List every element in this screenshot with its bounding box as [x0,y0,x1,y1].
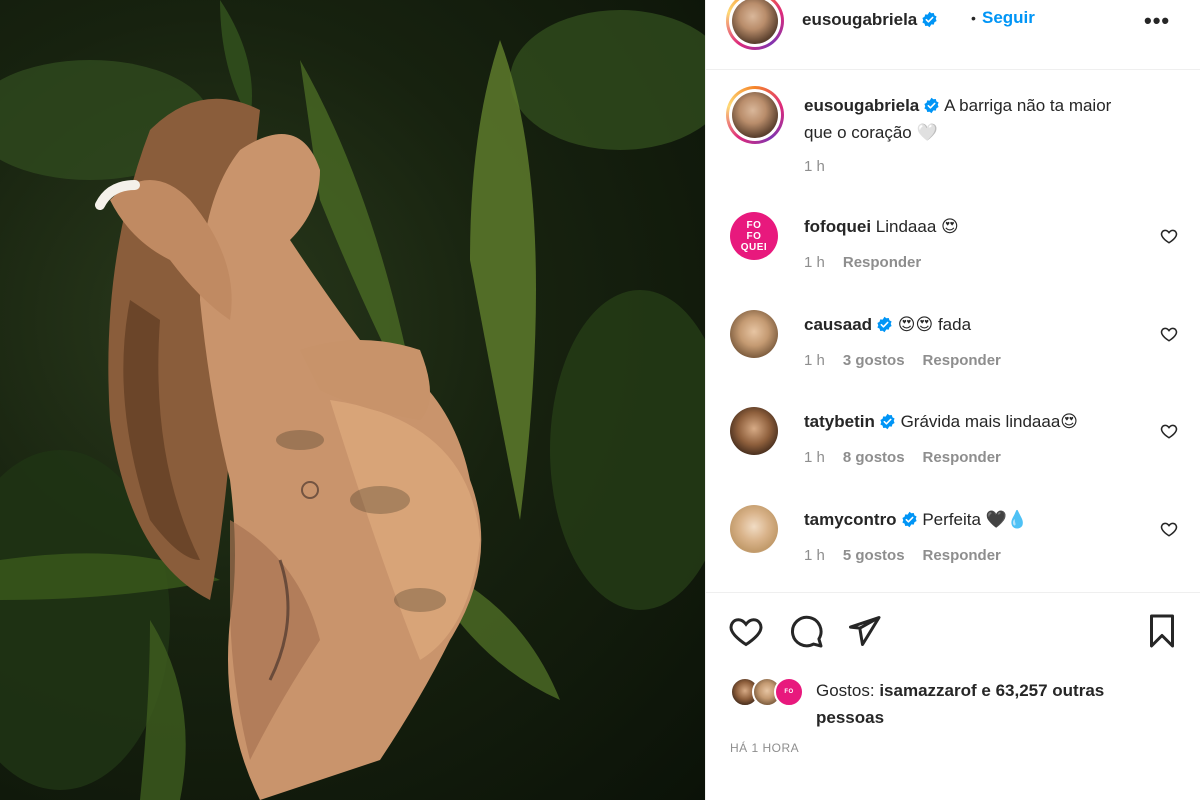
comment-icon[interactable] [788,613,824,649]
bookmark-icon[interactable] [1144,613,1180,649]
more-options-icon[interactable]: ••• [1144,8,1170,34]
follow-button[interactable]: Seguir [982,8,1035,28]
commenter-avatar[interactable] [730,505,778,553]
commenter-avatar[interactable] [730,407,778,455]
verified-badge-icon [880,413,895,430]
reply-button[interactable]: Responder [923,352,1001,369]
comment-username[interactable]: fofoquei [804,217,871,236]
post-timestamp[interactable]: HÁ 1 HORA [730,741,799,755]
caption-time: 1 h [804,158,825,175]
comment-username[interactable]: tamycontro [804,510,897,529]
likes-summary: Gostos: isamazzarof e 63,257 outras pess… [816,677,1176,731]
comment-like-heart-icon[interactable] [1160,325,1178,343]
comment-time: 1 h [804,449,825,466]
post-actions: FO Gostos: isamazzarof e 63,257 outras p… [706,592,1200,800]
comment-time: 1 h [804,254,825,271]
verified-badge-icon [922,11,937,28]
post-image[interactable] [0,0,705,800]
verified-badge-icon [877,316,892,333]
comment-text: Perfeita 🖤💧 [922,510,1028,529]
comment-text: Grávida mais lindaaa😍 [900,412,1078,431]
likes-user[interactable]: isamazzarof [879,681,976,700]
comment-likes-count[interactable]: 8 gostos [843,449,905,466]
comment-username[interactable]: tatybetin [804,412,875,431]
heart-icon[interactable] [728,613,764,649]
post-sidebar: eusougabriela • Seguir ••• eusougabriela… [705,0,1200,800]
reply-button[interactable]: Responder [843,254,921,271]
caption-username[interactable]: eusougabriela [804,96,919,115]
post-photo [0,0,705,800]
post-header: eusougabriela • Seguir ••• [706,0,1200,70]
commenter-avatar[interactable] [730,310,778,358]
commenter-avatar[interactable]: FO FO QUEI [730,212,778,260]
reply-button[interactable]: Responder [923,547,1001,564]
comment-like-heart-icon[interactable] [1160,422,1178,440]
comment-text: Lindaaa 😍 [875,217,959,236]
author-avatar[interactable] [726,0,784,50]
comment-like-heart-icon[interactable] [1160,227,1178,245]
comment-time: 1 h [804,547,825,564]
author-username[interactable]: eusougabriela [802,10,917,29]
separator-dot: • [971,10,976,26]
comment-likes-count[interactable]: 5 gostos [843,547,905,564]
likes-prefix: Gostos: [816,681,875,700]
caption-avatar[interactable] [726,86,784,144]
comment-username[interactable]: causaad [804,315,872,334]
verified-badge-icon [901,511,917,528]
send-icon[interactable] [846,613,882,649]
comment-text: 😍😍 fada [897,315,972,334]
comment-time: 1 h [804,352,825,369]
reply-button[interactable]: Responder [923,449,1001,466]
comment-likes-count[interactable]: 3 gostos [843,352,905,369]
comment-like-heart-icon[interactable] [1160,520,1178,538]
liked-by-avatars[interactable]: FO [730,677,810,707]
verified-badge-icon [924,97,939,114]
